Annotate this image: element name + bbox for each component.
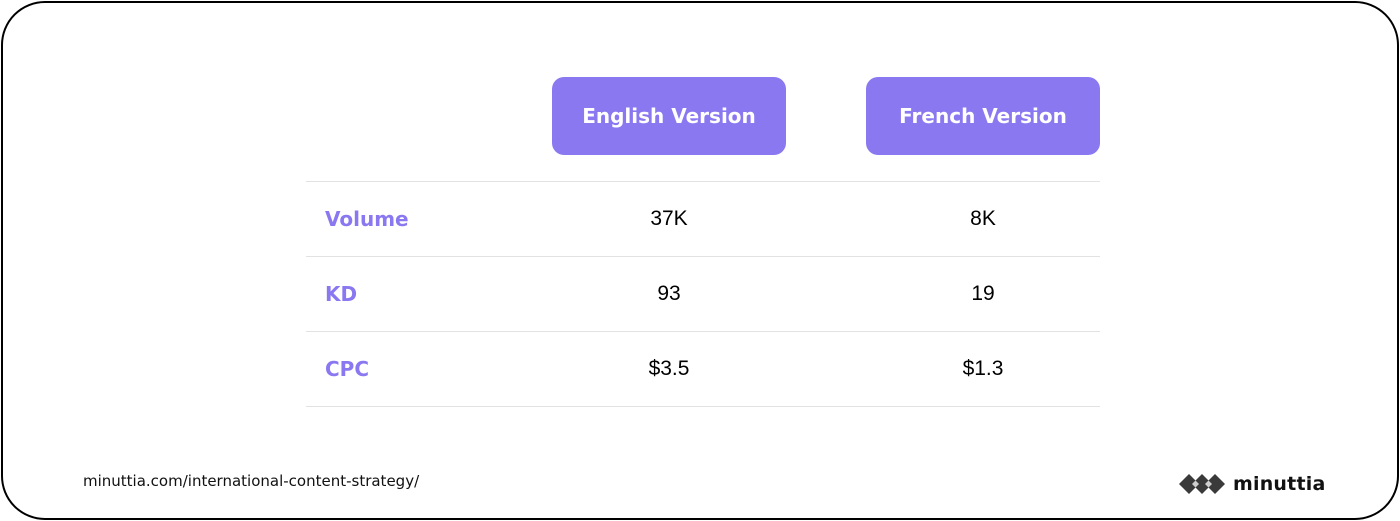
diamond-logo-icon xyxy=(1179,472,1225,496)
table-row-cpc: CPC $3.5 $1.3 xyxy=(306,332,1100,407)
table-row-kd: KD 93 19 xyxy=(306,257,1100,332)
kd-english-value: 93 xyxy=(657,282,681,305)
row-label-kd: KD xyxy=(325,282,358,306)
kd-french-value: 19 xyxy=(971,282,995,305)
english-version-header: English Version xyxy=(552,77,786,155)
row-label-cpc: CPC xyxy=(325,357,370,381)
comparison-card: English Version French Version Volume 37… xyxy=(1,1,1399,520)
french-version-header: French Version xyxy=(866,77,1100,155)
table-row-volume: Volume 37K 8K xyxy=(306,182,1100,257)
brand-logo: minuttia xyxy=(1179,469,1325,499)
source-url: minuttia.com/international-content-strat… xyxy=(83,472,420,490)
cpc-french-value: $1.3 xyxy=(962,357,1004,380)
brand-name: minuttia xyxy=(1233,473,1326,495)
metrics-table: Volume 37K 8K KD 93 19 CPC $3.5 $1.3 xyxy=(306,181,1100,407)
cpc-english-value: $3.5 xyxy=(648,357,690,380)
volume-english-value: 37K xyxy=(650,207,688,230)
volume-french-value: 8K xyxy=(970,207,996,230)
row-label-volume: Volume xyxy=(325,207,409,231)
